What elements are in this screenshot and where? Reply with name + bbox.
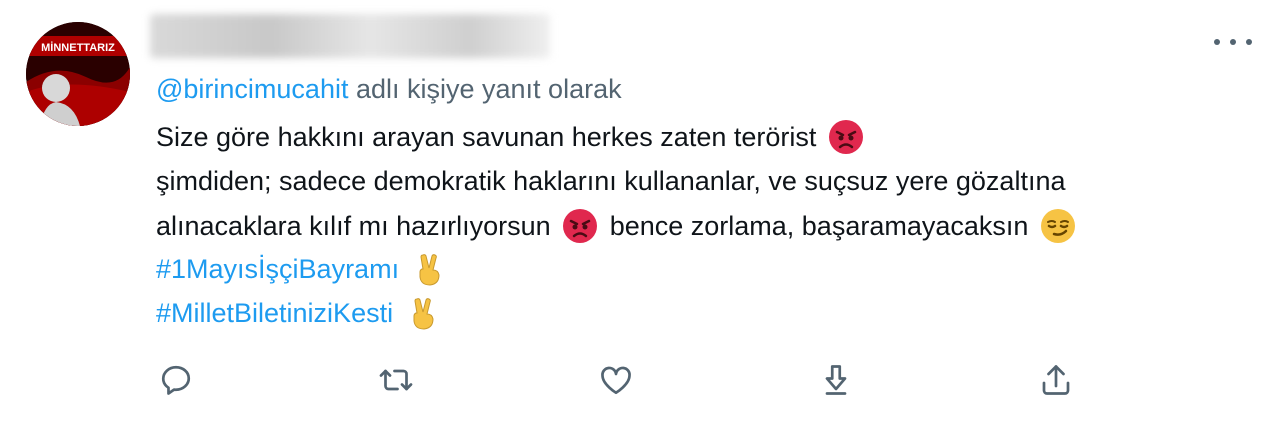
avatar-image: MİNNETTARIZ	[26, 22, 130, 126]
tweet-action-bar	[0, 362, 1280, 402]
avatar-text: MİNNETTARIZ	[41, 41, 115, 54]
more-dot	[1246, 39, 1252, 45]
hashtag-text[interactable]: #MilletBiletiniziKesti	[156, 298, 393, 328]
reply-context: @birincimucahit adlı kişiye yanıt olarak	[156, 74, 622, 105]
share-button[interactable]	[1038, 362, 1078, 402]
angry-face-icon	[563, 209, 598, 243]
download-icon	[825, 365, 847, 395]
more-dot	[1214, 39, 1220, 45]
tweet-text-line: alınacaklara kılıf mı hazırlıyorsun benc…	[156, 209, 1080, 246]
like-icon	[601, 366, 631, 395]
download-button[interactable]	[818, 362, 858, 402]
reply-button[interactable]	[158, 362, 198, 402]
reply-suffix: adlı kişiye yanıt olarak	[348, 74, 622, 104]
tweet-text: bence zorlama, başaramayacaksın	[609, 211, 1029, 242]
tweet-text: şimdiden; sadece demokratik haklarını ku…	[156, 166, 1066, 196]
retweet-icon	[379, 369, 413, 391]
avatar[interactable]: MİNNETTARIZ	[26, 22, 130, 126]
tweet-text: Size göre hakkını arayan savunan herkes …	[156, 122, 817, 153]
tweet-text-line: Size göre hakkını arayan savunan herkes …	[156, 120, 868, 157]
reply-handle-link[interactable]: @birincimucahit	[156, 74, 348, 104]
more-dot	[1230, 39, 1236, 45]
smirking-face-icon	[1040, 209, 1075, 243]
angry-face-icon	[828, 120, 863, 154]
victory-hand-icon	[413, 298, 434, 330]
victory-hand-icon	[419, 254, 440, 286]
hashtag-link[interactable]: #MilletBiletiniziKesti	[156, 297, 445, 333]
tweet-text-line: şimdiden; sadece demokratik haklarını ku…	[156, 166, 1065, 197]
like-button[interactable]	[598, 362, 638, 402]
tweet-text: alınacaklara kılıf mı hazırlıyorsun	[156, 211, 551, 242]
reply-icon	[161, 365, 191, 395]
share-icon	[1042, 365, 1070, 395]
blurred-display-name	[150, 14, 550, 58]
hashtag-link[interactable]: #1MayısİşçiBayramı	[156, 253, 451, 289]
retweet-button[interactable]	[378, 362, 418, 402]
more-options-button[interactable]	[1214, 30, 1252, 54]
hashtag-text[interactable]: #1MayısİşçiBayramı	[156, 254, 399, 284]
